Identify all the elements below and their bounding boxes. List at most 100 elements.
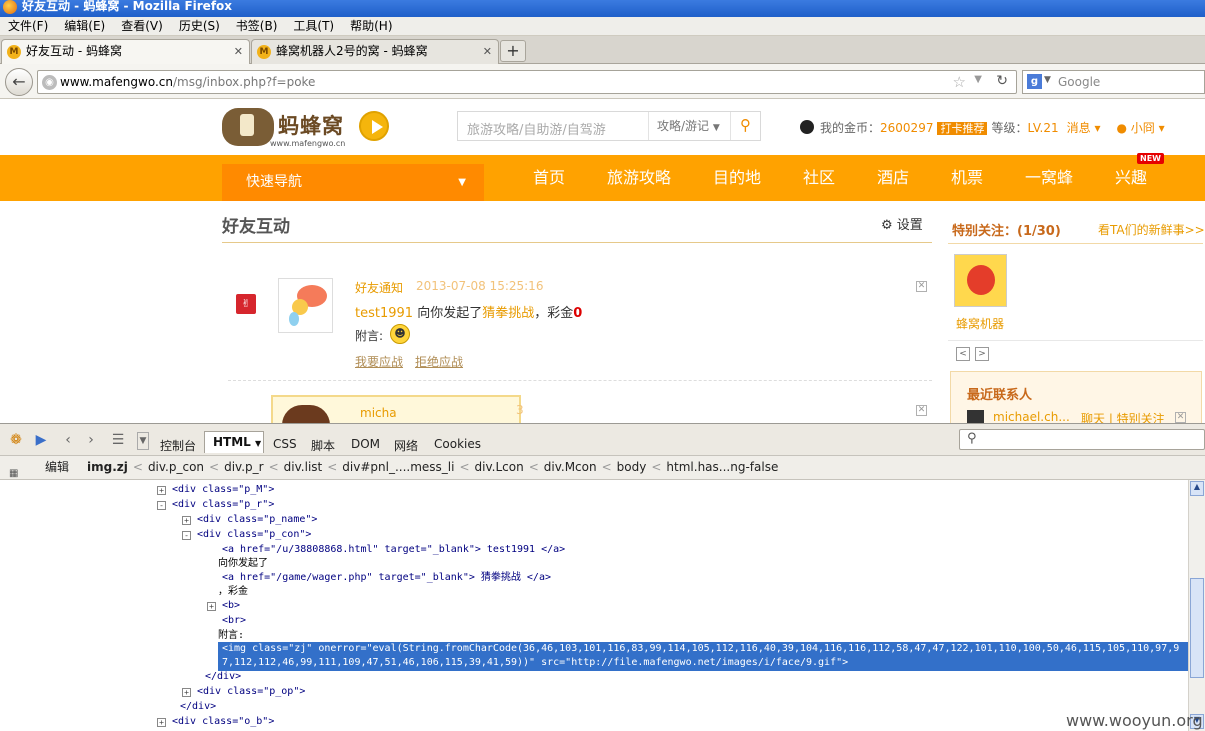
back-button[interactable]: ← bbox=[5, 68, 33, 96]
user-menu[interactable]: ● 小冏 ▾ bbox=[1116, 121, 1164, 135]
site-logo[interactable]: 蚂蜂窝 www.mafengwo.cn bbox=[222, 106, 372, 150]
menu-view[interactable]: 查看(V) bbox=[113, 17, 171, 36]
tab-net[interactable]: 网络 bbox=[394, 437, 418, 454]
messages-menu[interactable]: 消息 ▾ bbox=[1067, 121, 1101, 135]
breadcrumb-item[interactable]: html.has...ng-false bbox=[666, 460, 778, 474]
close-icon[interactable]: ✕ bbox=[1175, 412, 1186, 423]
tree-node[interactable]: <b> bbox=[222, 599, 240, 613]
play-icon[interactable] bbox=[359, 111, 389, 141]
nav-guides[interactable]: 旅游攻略 bbox=[600, 155, 678, 201]
search-icon[interactable]: ⚲ bbox=[730, 112, 760, 140]
scroll-up-icon[interactable]: ▲ bbox=[1190, 481, 1204, 496]
edit-button[interactable]: 编辑 bbox=[45, 456, 69, 479]
text-node[interactable]: 附言: bbox=[218, 629, 244, 643]
firebug-icon[interactable]: ❁ bbox=[8, 432, 24, 448]
level-value[interactable]: LV.21 bbox=[1027, 121, 1058, 135]
avatar[interactable] bbox=[954, 254, 1007, 307]
close-icon[interactable]: ✕ bbox=[916, 281, 927, 292]
tree-node[interactable]: <div class="o_b"> bbox=[172, 715, 274, 729]
bookmark-star-icon[interactable]: ☆ bbox=[953, 73, 966, 91]
avatar[interactable] bbox=[278, 278, 333, 333]
chevron-down-icon[interactable]: ▼ bbox=[137, 432, 149, 450]
breadcrumb-item[interactable]: div.Mcon bbox=[544, 460, 597, 474]
tree-node[interactable]: <div class="p_name"> bbox=[197, 513, 317, 527]
scroll-thumb[interactable] bbox=[1190, 578, 1204, 678]
menu-icon[interactable]: ☰ bbox=[110, 432, 126, 448]
menu-edit[interactable]: 编辑(E) bbox=[56, 17, 113, 36]
user-name[interactable]: micha bbox=[360, 406, 397, 420]
back-icon[interactable]: ‹ bbox=[60, 432, 76, 448]
checkin-badge[interactable]: 打卡推荐 bbox=[937, 122, 988, 135]
nav-hotels[interactable]: 酒店 bbox=[866, 155, 920, 201]
contact-name[interactable]: michael.ch... bbox=[993, 410, 1070, 424]
expand-toggle[interactable]: + bbox=[207, 602, 216, 611]
tree-node[interactable]: <div class="p_con"> bbox=[197, 528, 311, 542]
game-link[interactable]: 猜拳挑战 bbox=[482, 306, 534, 321]
nav-community[interactable]: 社区 bbox=[792, 155, 846, 201]
browser-tab-active[interactable]: M 好友互动 - 蚂蜂窝 ✕ bbox=[1, 39, 250, 64]
next-page-button[interactable]: > bbox=[975, 347, 989, 361]
scrollbar[interactable]: ▲ ▼ bbox=[1188, 480, 1205, 731]
tab-cookies[interactable]: Cookies bbox=[434, 437, 481, 451]
follow-name[interactable]: 蜂窝机器 bbox=[956, 315, 1004, 332]
menu-tools[interactable]: 工具(T) bbox=[285, 17, 342, 36]
reject-challenge-link[interactable]: 拒绝应战 bbox=[415, 353, 463, 370]
view-updates-link[interactable]: 看TA们的新鲜事>> bbox=[1098, 221, 1205, 238]
breadcrumb-item[interactable]: div.list bbox=[284, 460, 323, 474]
close-tab-icon[interactable]: ✕ bbox=[483, 40, 492, 63]
collapse-toggle[interactable]: - bbox=[157, 501, 166, 510]
tree-node[interactable]: <br> bbox=[222, 614, 246, 628]
tab-css[interactable]: CSS bbox=[273, 437, 297, 451]
chevron-down-icon[interactable]: ▼ bbox=[974, 74, 982, 85]
forward-icon[interactable]: › bbox=[83, 432, 99, 448]
new-tab-button[interactable]: + bbox=[500, 40, 526, 62]
expand-toggle[interactable]: + bbox=[182, 688, 191, 697]
breadcrumb-item[interactable]: div.p_r bbox=[224, 460, 264, 474]
tree-node[interactable]: </div> bbox=[180, 700, 216, 714]
tree-node[interactable]: <div class="p_r"> bbox=[172, 498, 274, 512]
nav-destinations[interactable]: 目的地 bbox=[700, 155, 774, 201]
menu-help[interactable]: 帮助(H) bbox=[342, 17, 400, 36]
tab-script[interactable]: 脚本 bbox=[311, 437, 335, 454]
text-node[interactable]: ，彩金 bbox=[218, 585, 248, 599]
nav-home[interactable]: 首页 bbox=[520, 155, 578, 201]
tree-node[interactable]: <div class="p_op"> bbox=[197, 685, 305, 699]
nav-flights[interactable]: 机票 bbox=[940, 155, 994, 201]
tree-node[interactable]: <a href="/u/38808868.html" target="_blan… bbox=[222, 543, 565, 557]
collapse-toggle[interactable]: - bbox=[182, 531, 191, 540]
text-node[interactable]: 向你发起了 bbox=[218, 557, 268, 571]
user-link[interactable]: test1991 bbox=[355, 306, 413, 321]
menu-history[interactable]: 历史(S) bbox=[171, 17, 228, 36]
accept-challenge-link[interactable]: 我要应战 bbox=[355, 353, 403, 370]
close-icon[interactable]: ✕ bbox=[916, 405, 927, 416]
prev-page-button[interactable]: < bbox=[956, 347, 970, 361]
close-tab-icon[interactable]: ✕ bbox=[234, 40, 243, 63]
search-category-select[interactable]: 攻略/游记 ▼ bbox=[648, 112, 730, 140]
reload-icon[interactable]: ↻ bbox=[996, 73, 1008, 89]
expand-toggle[interactable]: + bbox=[157, 718, 166, 727]
expand-toggle[interactable]: + bbox=[157, 486, 166, 495]
tab-dom[interactable]: DOM bbox=[351, 437, 380, 451]
settings-button[interactable]: ⚙ 设置 bbox=[881, 214, 923, 233]
breadcrumb-item[interactable]: body bbox=[617, 460, 647, 474]
nav-yiwofeng[interactable]: 一窝蜂 bbox=[1014, 155, 1084, 201]
breadcrumb-item[interactable]: div.p_con bbox=[148, 460, 204, 474]
breadcrumb-item[interactable]: div.Lcon bbox=[475, 460, 524, 474]
menu-file[interactable]: 文件(F) bbox=[0, 17, 56, 36]
tree-node[interactable]: <a href="/game/wager.php" target="_blank… bbox=[222, 571, 551, 585]
address-bar[interactable]: ◉ www.mafengwo.cn/msg/inbox.php?f=poke ☆… bbox=[37, 70, 1017, 94]
avatar[interactable] bbox=[282, 405, 330, 425]
breadcrumb-item[interactable]: div#pnl_....mess_li bbox=[342, 460, 454, 474]
quick-nav-button[interactable]: 快速导航 ▼ bbox=[222, 164, 484, 201]
tree-node[interactable]: </div> bbox=[205, 670, 241, 684]
site-search-input[interactable]: 旅游攻略/自助游/自驾游 bbox=[467, 119, 606, 138]
breadcrumb-item[interactable]: img.zj bbox=[87, 460, 128, 474]
tab-html[interactable]: HTML ▼ bbox=[204, 431, 264, 453]
inspect-icon[interactable]: ▶ bbox=[33, 432, 49, 448]
menu-bookmarks[interactable]: 书签(B) bbox=[228, 17, 286, 36]
browser-tab[interactable]: M 蜂窝机器人2号的窝 - 蚂蜂窝 ✕ bbox=[251, 39, 499, 64]
firebug-search-input[interactable]: ⚲ bbox=[959, 429, 1205, 450]
selected-node[interactable]: <img class="zj" onerror="eval(String.fro… bbox=[218, 642, 1188, 671]
tab-console[interactable]: 控制台 bbox=[160, 437, 196, 454]
tree-node[interactable]: <div class="p_M"> bbox=[172, 483, 274, 497]
